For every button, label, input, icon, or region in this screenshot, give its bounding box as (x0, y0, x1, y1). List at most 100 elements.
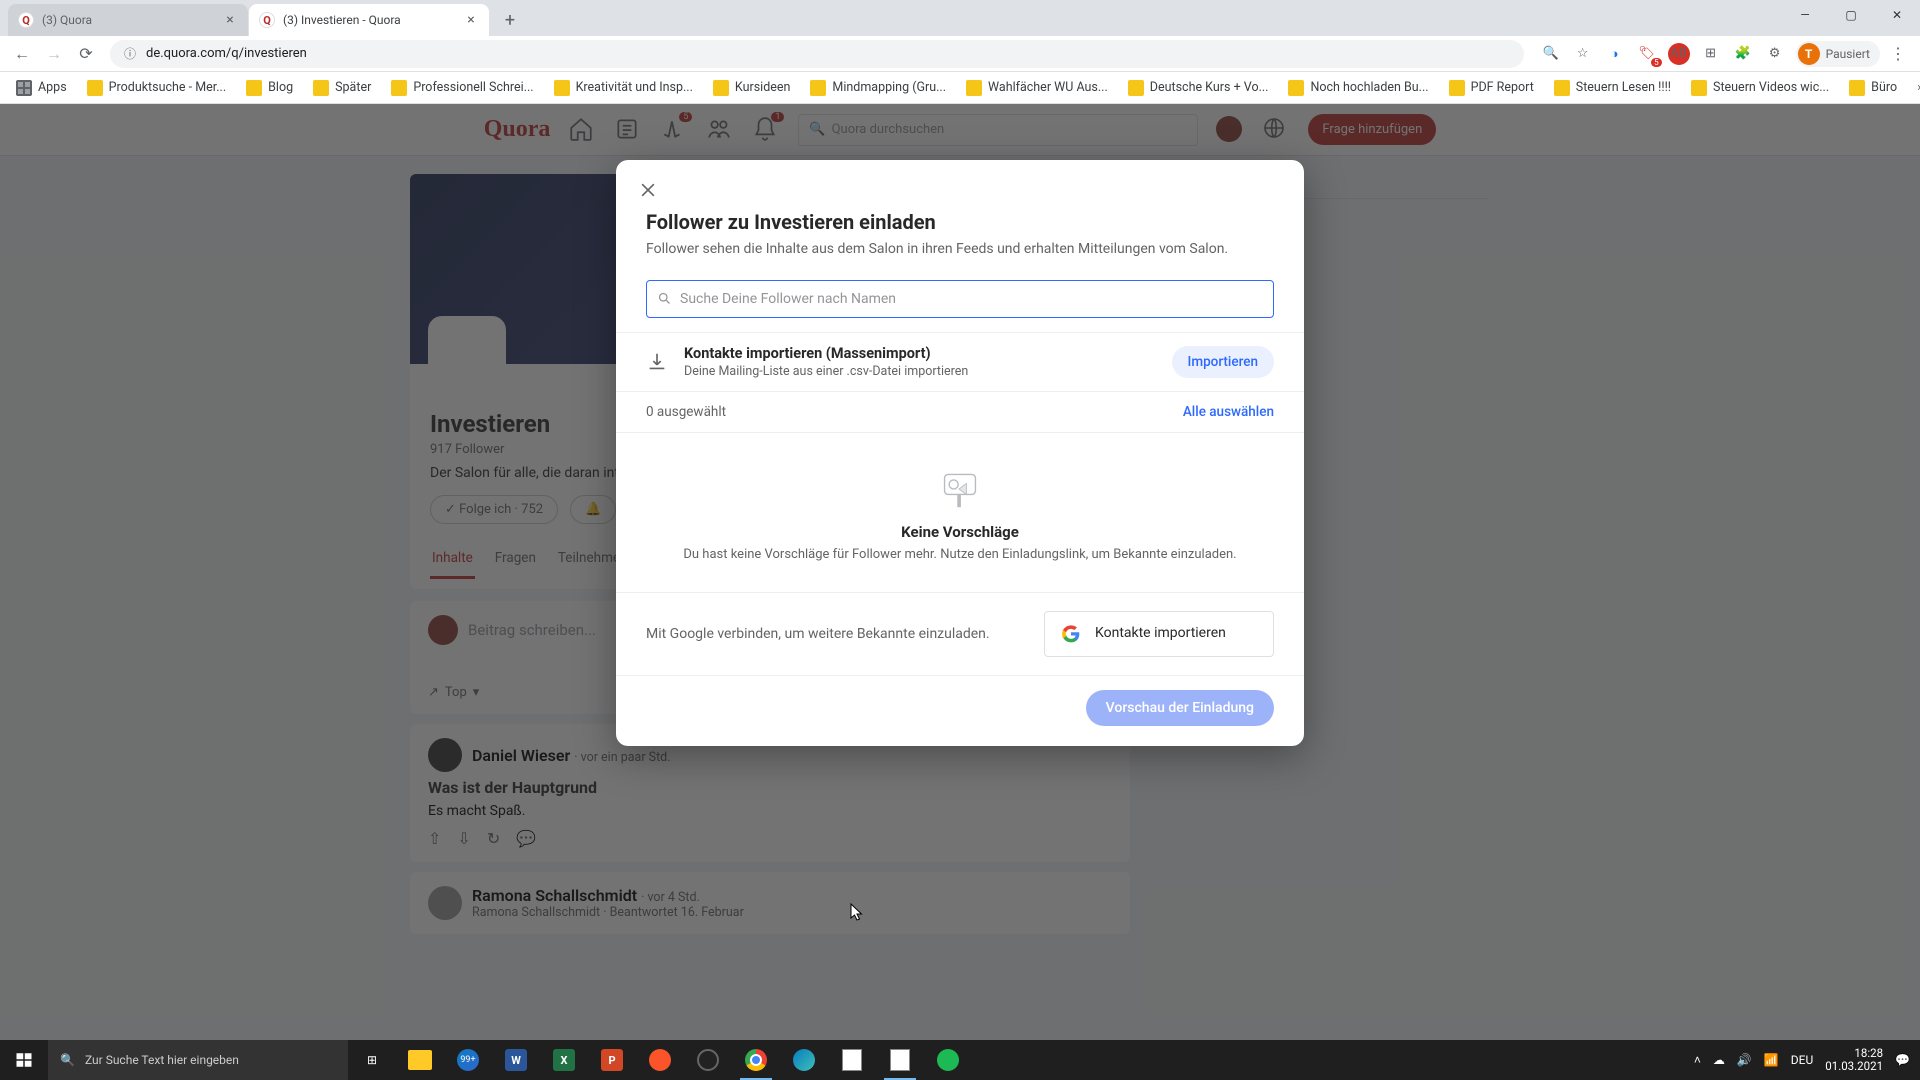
extension-icon[interactable]: ⚙ (1764, 43, 1786, 65)
google-import-button[interactable]: Kontakte importieren (1044, 611, 1274, 657)
extension-icon[interactable]: 🏷 (1636, 43, 1658, 65)
taskbar-app-excel[interactable]: X (540, 1040, 588, 1080)
mailbox-icon (937, 469, 983, 509)
bookmark-label: Mindmapping (Gru... (832, 80, 946, 95)
modal-overlay[interactable]: Follower zu Investieren einladen Followe… (0, 104, 1920, 1040)
bookmark-icon (1849, 80, 1865, 96)
taskbar-search[interactable]: 🔍 Zur Suche Text hier eingeben (48, 1040, 348, 1080)
bookmark-icon (554, 80, 570, 96)
apps-button[interactable]: Apps (8, 76, 75, 100)
bookmark-item[interactable]: Steuern Videos wic... (1683, 76, 1837, 100)
google-logo-icon (1061, 624, 1081, 644)
taskbar-app-edge2[interactable] (780, 1040, 828, 1080)
profile-chip[interactable]: T Pausiert (1796, 41, 1880, 67)
taskbar-app-word[interactable]: W (492, 1040, 540, 1080)
close-tab-icon[interactable]: × (463, 12, 479, 28)
selection-row: 0 ausgewählt Alle auswählen (616, 392, 1304, 433)
bookmark-item[interactable]: Deutsche Kurs + Vo... (1120, 76, 1277, 100)
import-subtitle: Deine Mailing-Liste aus einer .csv-Datei… (684, 364, 1158, 379)
zoom-icon[interactable]: 🔍 (1540, 43, 1562, 65)
bookmark-item[interactable]: Noch hochladen Bu... (1280, 76, 1436, 100)
bookmark-item[interactable]: Büro (1841, 76, 1905, 100)
new-tab-button[interactable]: + (496, 6, 524, 34)
follower-search-input[interactable] (680, 291, 1263, 307)
select-all-button[interactable]: Alle auswählen (1183, 404, 1274, 420)
import-title: Kontakte importieren (Massenimport) (684, 345, 1158, 362)
extension-icon[interactable]: ◑ (1604, 43, 1626, 65)
taskbar-app-notepad[interactable] (828, 1040, 876, 1080)
taskbar-app-obs[interactable] (684, 1040, 732, 1080)
close-icon (638, 180, 658, 200)
site-info-icon[interactable]: ⓘ (122, 46, 138, 62)
task-view-button[interactable]: ⊞ (348, 1040, 396, 1080)
bookmark-label: Professionell Schrei... (413, 80, 533, 95)
bookmark-icon (713, 80, 729, 96)
bookmark-item[interactable]: PDF Report (1441, 76, 1542, 100)
empty-subtitle: Du hast keine Vorschläge für Follower me… (646, 547, 1274, 562)
browser-tab-2[interactable]: Q (3) Investieren - Quora × (249, 4, 489, 36)
bookmark-label: Blog (268, 80, 293, 95)
start-button[interactable] (0, 1040, 48, 1080)
forward-button[interactable]: → (40, 40, 68, 68)
bookmark-icon (87, 80, 103, 96)
taskbar-app-chrome[interactable] (732, 1040, 780, 1080)
window-maximize[interactable]: ▢ (1828, 0, 1874, 30)
bookmark-item[interactable]: Steuern Lesen !!!! (1546, 76, 1679, 100)
tray-cloud-icon[interactable]: ☁ (1713, 1053, 1725, 1067)
quora-favicon: Q (259, 12, 275, 28)
bookmark-icon (1449, 80, 1465, 96)
tray-chevron-up-icon[interactable]: ˄ (1694, 1053, 1701, 1067)
extensions-menu-icon[interactable]: 🧩 (1732, 43, 1754, 65)
invite-followers-modal: Follower zu Investieren einladen Followe… (616, 160, 1304, 746)
taskbar-app-explorer[interactable] (396, 1040, 444, 1080)
taskbar-app-spotify[interactable] (924, 1040, 972, 1080)
bookmark-item[interactable]: Kreativität und Insp... (546, 76, 701, 100)
empty-state: Keine Vorschläge Du hast keine Vorschläg… (616, 433, 1304, 592)
taskbar-app-notepad2[interactable] (876, 1040, 924, 1080)
preview-invite-button[interactable]: Vorschau der Einladung (1086, 690, 1274, 726)
taskbar-app-edge[interactable]: 99+ (444, 1040, 492, 1080)
bookmark-label: PDF Report (1471, 80, 1534, 95)
close-tab-icon[interactable]: × (222, 12, 238, 28)
bookmark-item[interactable]: Kursideen (705, 76, 799, 100)
bookmark-item[interactable]: Wahlfächer WU Aus... (958, 76, 1116, 100)
system-tray: ˄ ☁ 🔊 📶 DEU 18:28 01.03.2021 💬 (1684, 1047, 1920, 1073)
selected-count: 0 ausgewählt (646, 404, 726, 420)
modal-close-button[interactable] (630, 172, 666, 208)
bookmark-item[interactable]: Mindmapping (Gru... (802, 76, 954, 100)
bookmark-item[interactable]: Produktsuche - Mer... (79, 76, 234, 100)
taskbar-app-brave[interactable] (636, 1040, 684, 1080)
tray-notifications-icon[interactable]: 💬 (1895, 1053, 1910, 1067)
bookmark-icon (313, 80, 329, 96)
window-close[interactable]: ✕ (1874, 0, 1920, 30)
address-bar[interactable]: ⓘ de.quora.com/q/investieren (110, 40, 1524, 68)
bookmarks-overflow[interactable]: » (1909, 76, 1920, 99)
taskbar-app-powerpoint[interactable]: P (588, 1040, 636, 1080)
import-button[interactable]: Importieren (1172, 346, 1275, 378)
bookmark-label: Steuern Videos wic... (1713, 80, 1829, 95)
extension-icons: 🔍 ☆ ◑ 🏷 AB ⊞ 🧩 ⚙ (1534, 43, 1792, 65)
bookmark-label: Später (335, 80, 371, 95)
empty-title: Keine Vorschläge (646, 523, 1274, 541)
tray-lang[interactable]: DEU (1791, 1053, 1813, 1067)
follower-search[interactable] (646, 280, 1274, 318)
adblock-icon[interactable]: AB (1668, 43, 1690, 65)
bookmark-icon (1288, 80, 1304, 96)
reload-button[interactable]: ⟳ (72, 40, 100, 68)
chrome-menu-icon[interactable]: ⋮ (1884, 40, 1912, 68)
back-button[interactable]: ← (8, 40, 36, 68)
bookmark-item[interactable]: Später (305, 76, 379, 100)
bookmark-icon (1691, 80, 1707, 96)
tray-wifi-icon[interactable]: 📶 (1764, 1053, 1779, 1067)
bookmark-item[interactable]: Professionell Schrei... (383, 76, 541, 100)
tray-clock[interactable]: 18:28 01.03.2021 (1825, 1047, 1883, 1073)
tray-volume-icon[interactable]: 🔊 (1737, 1053, 1752, 1067)
bookmark-item[interactable]: Blog (238, 76, 301, 100)
modal-subtitle: Follower sehen die Inhalte aus dem Salon… (646, 240, 1274, 260)
browser-tab-1[interactable]: Q (3) Quora × (8, 4, 248, 36)
google-text: Mit Google verbinden, um weitere Bekannt… (646, 626, 1028, 642)
extension-icon[interactable]: ⊞ (1700, 43, 1722, 65)
browser-toolbar: ← → ⟳ ⓘ de.quora.com/q/investieren 🔍 ☆ ◑… (0, 36, 1920, 72)
star-icon[interactable]: ☆ (1572, 43, 1594, 65)
window-minimize[interactable]: — (1782, 0, 1828, 30)
